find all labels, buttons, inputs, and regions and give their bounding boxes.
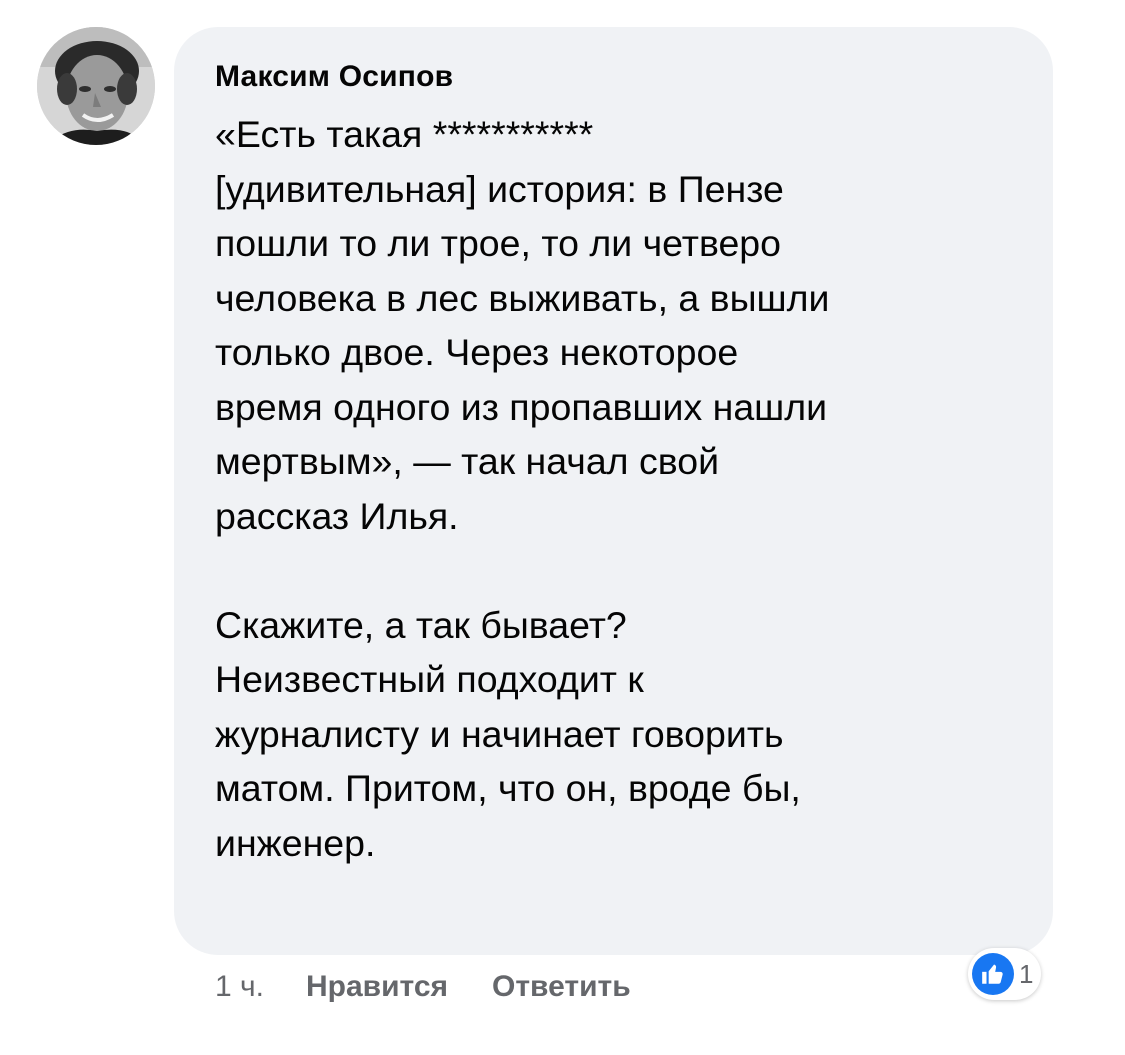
like-button[interactable]: Нравится	[306, 970, 448, 1004]
comment-line: «Есть такая ***********	[215, 113, 594, 155]
reaction-summary[interactable]: 1	[968, 948, 1042, 1000]
comment-line: инженер.	[215, 821, 376, 864]
comment-timestamp[interactable]: 1 ч.	[215, 970, 264, 1004]
comment-line: человека в лес выживать, а вышли	[215, 276, 830, 319]
comment-bubble: Максим Осипов «Есть такая *********** [у…	[174, 27, 1053, 955]
comment-author[interactable]: Максим Осипов	[215, 57, 1013, 97]
comment-line: Скажите, а так бывает?	[215, 603, 627, 646]
comment-line: рассказ Илья.	[215, 494, 459, 537]
comment-paragraph-2: Скажите, а так бывает? Неизвестный подхо…	[215, 598, 1013, 871]
comment-paragraph-1: «Есть такая *********** [удивительная] и…	[215, 107, 1013, 543]
thumbs-up-icon	[972, 953, 1014, 995]
reply-button[interactable]: Ответить	[492, 970, 631, 1004]
comment-line: мертвым», — так начал свой	[215, 440, 720, 482]
comment-line: только двое. Через некоторое	[215, 331, 739, 373]
comment-actions: 1 ч. Нравится Ответить	[215, 966, 631, 1008]
comment-line: Неизвестный подходит к	[215, 658, 644, 700]
comment-line: пошли то ли трое, то ли четверо	[215, 222, 782, 264]
comment-line: время одного из пропавших нашли	[215, 385, 828, 428]
reaction-count: 1	[1019, 958, 1034, 989]
comment-line: журналисту и начинает говорить	[215, 712, 784, 755]
comment-text: «Есть такая *********** [удивительная] и…	[215, 107, 1013, 870]
author-avatar[interactable]	[37, 27, 155, 145]
avatar-photo	[37, 27, 155, 145]
comment-line: матом. Притом, что он, вроде бы,	[215, 767, 801, 809]
comment-line: [удивительная] история: в Пензе	[215, 167, 784, 210]
